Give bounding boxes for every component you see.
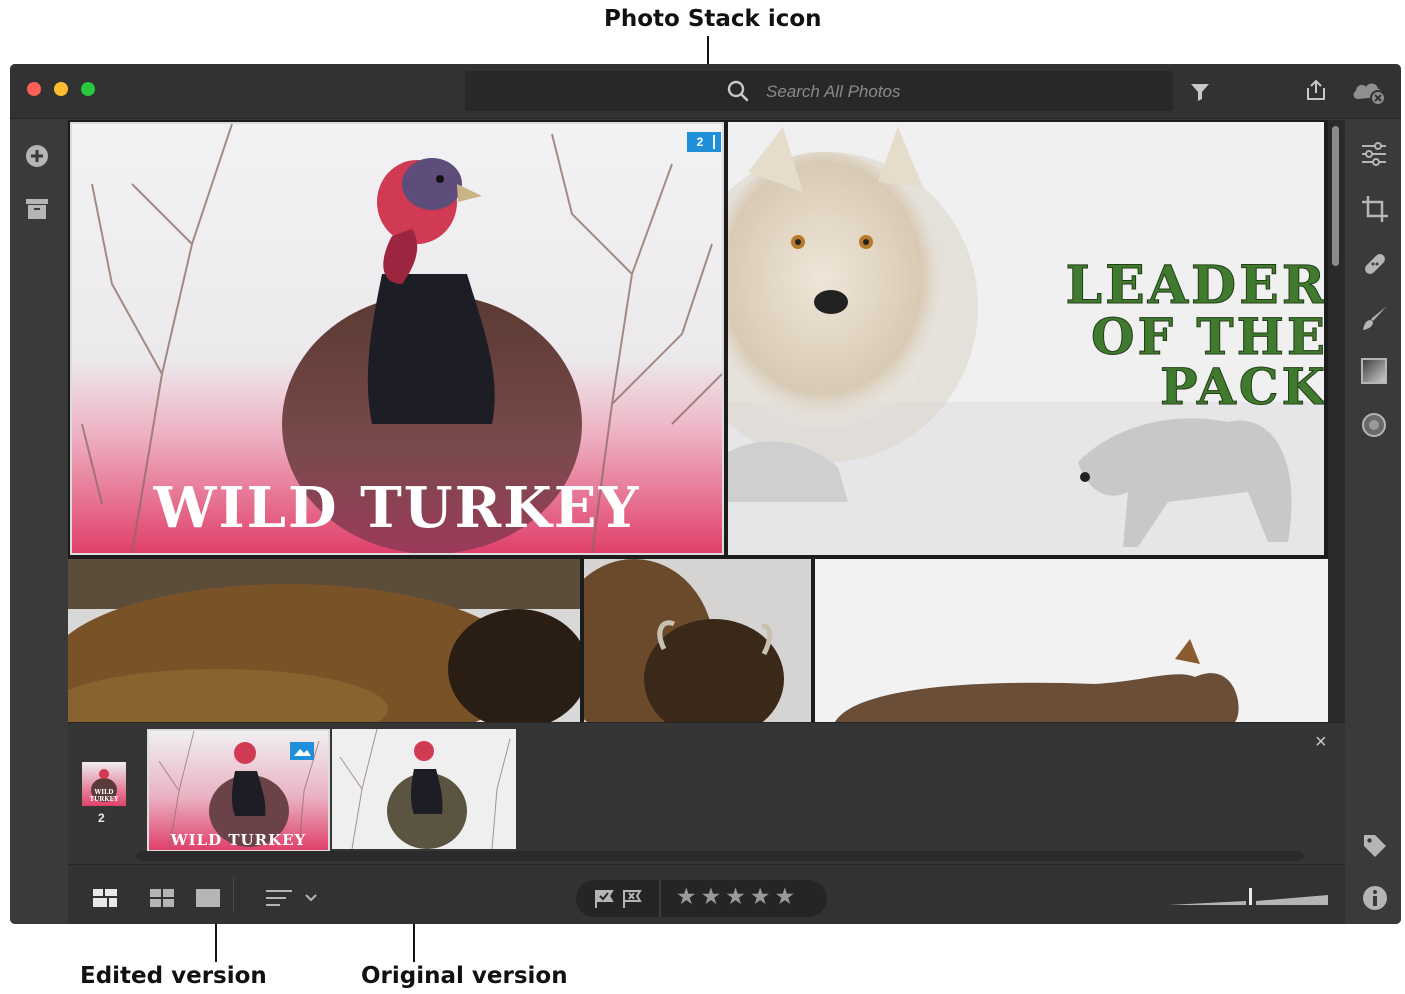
bottom-toolbar: ★★★★★	[68, 864, 1345, 924]
search-input[interactable]: Search All Photos	[766, 82, 901, 102]
original-version-image	[332, 729, 516, 849]
pill-divider	[659, 880, 661, 917]
share-icon[interactable]	[1305, 78, 1327, 102]
radial-icon[interactable]	[1361, 412, 1387, 438]
photo-tile-bison-portrait[interactable]	[584, 559, 811, 722]
callout-original-version: Original version	[361, 963, 568, 989]
filmstrip-scrollbar[interactable]	[136, 851, 1304, 861]
close-filmstrip-button[interactable]: ×	[1315, 731, 1327, 754]
fox-image	[815, 559, 1328, 722]
flag-pick-icon[interactable]	[594, 889, 614, 909]
left-sidebar	[10, 120, 68, 924]
right-edit-toolbar	[1345, 120, 1401, 924]
filmstrip-original-version[interactable]	[332, 729, 516, 849]
photo-tile-leader-of-the-pack[interactable]: LEADER OF THE PACK	[728, 122, 1324, 555]
sort-icon[interactable]	[266, 888, 322, 908]
photo-grid-icon[interactable]	[150, 889, 174, 907]
grid-scrollbar-thumb[interactable]	[1332, 126, 1339, 266]
add-icon[interactable]	[25, 144, 49, 168]
cloud-sync-icon[interactable]	[1351, 79, 1387, 105]
stack-thumbnail-label: WILD TURKEY	[89, 789, 119, 803]
edit-sliders-icon[interactable]	[1361, 141, 1387, 167]
brush-icon[interactable]	[1361, 304, 1389, 332]
callout-edited-version: Edited version	[80, 963, 267, 989]
edited-version-label: WILD TURKEY	[170, 831, 307, 849]
stack-count-label: 2	[98, 811, 105, 825]
search-icon	[727, 80, 749, 102]
archive-icon[interactable]	[25, 198, 49, 220]
bison-herd-image	[68, 559, 580, 722]
stack-filmstrip: WILD TURKEY 2 WILD TURKEY ×	[68, 722, 1345, 864]
healing-icon[interactable]	[1361, 250, 1389, 278]
app-window: Search All Photos WILD TURKEY 2 LEADER O…	[10, 64, 1401, 924]
close-window-button[interactable]	[27, 82, 41, 96]
photo-stack-icon[interactable]: 2	[687, 132, 721, 152]
photo-grid: WILD TURKEY 2 LEADER OF THE PACK	[68, 120, 1328, 722]
bison-portrait-image	[584, 559, 811, 722]
turkey-title-text: WILD TURKEY	[153, 475, 641, 541]
photo-tile-bison-herd[interactable]	[68, 559, 580, 722]
square-grid-icon[interactable]	[93, 889, 117, 907]
search-bar[interactable]: Search All Photos	[465, 71, 1173, 111]
title-bar: Search All Photos	[10, 64, 1401, 119]
flag-reject-icon[interactable]	[622, 889, 642, 909]
stack-thumbnail[interactable]: WILD TURKEY	[82, 762, 126, 806]
wolf-title-line-3: PACK	[1159, 357, 1324, 417]
star-rating[interactable]: ★★★★★	[676, 883, 799, 910]
gradient-icon[interactable]	[1361, 358, 1387, 384]
filmstrip-edited-version[interactable]: WILD TURKEY	[147, 729, 330, 852]
tag-icon[interactable]	[1362, 833, 1388, 859]
toolbar-divider	[233, 877, 234, 913]
zoom-window-button[interactable]	[81, 82, 95, 96]
filter-icon[interactable]	[1190, 82, 1210, 102]
edited-badge-icon	[290, 742, 314, 760]
callout-photo-stack-icon: Photo Stack icon	[604, 6, 822, 32]
photo-tile-wild-turkey[interactable]: WILD TURKEY 2	[70, 122, 724, 555]
minimize-window-button[interactable]	[54, 82, 68, 96]
grid-scrollbar[interactable]	[1328, 120, 1345, 722]
thumbnail-size-slider[interactable]	[1168, 885, 1328, 907]
rating-flag-bar: ★★★★★	[576, 880, 827, 917]
photo-tile-fox[interactable]	[815, 559, 1328, 722]
info-icon[interactable]	[1362, 885, 1388, 911]
crop-icon[interactable]	[1361, 195, 1389, 223]
detail-view-icon[interactable]	[196, 889, 220, 907]
